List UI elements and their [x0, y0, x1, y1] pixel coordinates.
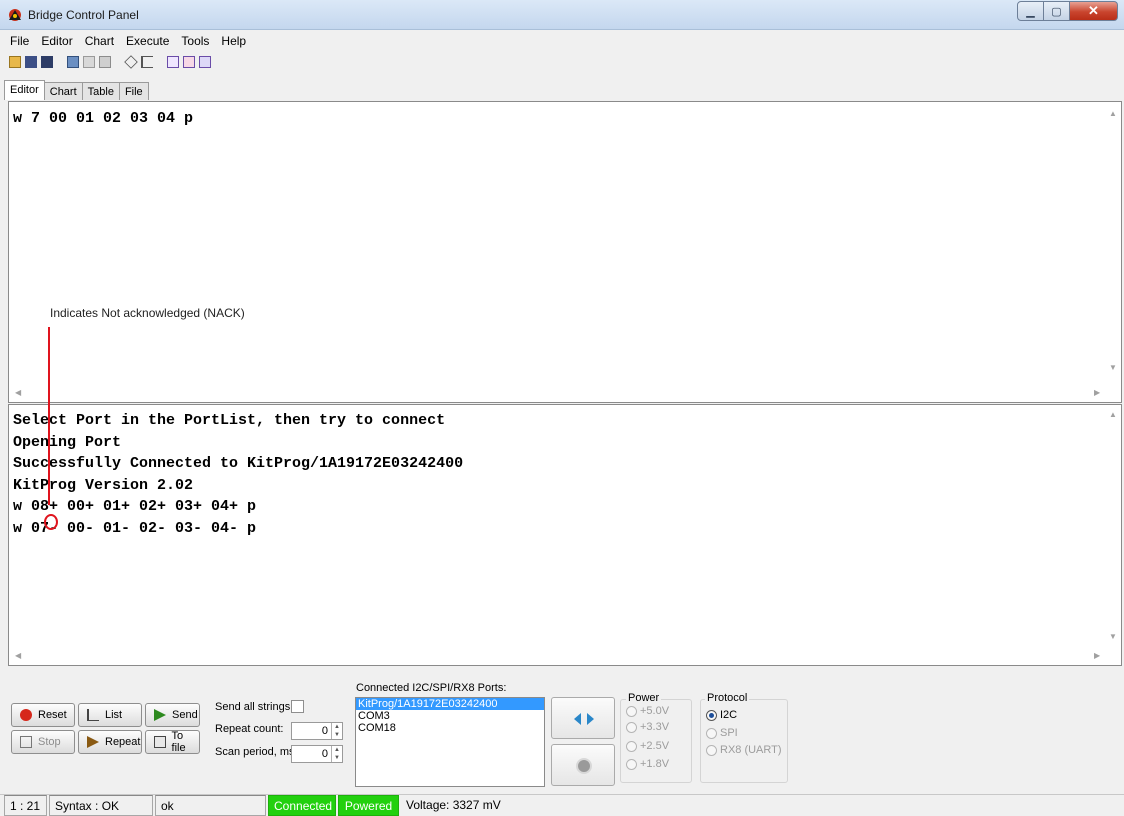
- tab-strip: Editor Chart Table File: [4, 80, 149, 100]
- stepper-arrows-icon[interactable]: ▲ ▼: [331, 723, 342, 739]
- open-folder-icon[interactable]: [9, 56, 21, 68]
- list-icon: [87, 709, 99, 721]
- tab-chart[interactable]: Chart: [43, 82, 83, 100]
- connect-button[interactable]: [551, 697, 615, 739]
- port-item[interactable]: KitProg/1A19172E03242400: [356, 698, 544, 710]
- close-icon[interactable]: ✕: [1070, 1, 1118, 21]
- power-toggle-button[interactable]: [551, 744, 615, 786]
- to-file-button[interactable]: To file: [145, 730, 200, 754]
- stop-button[interactable]: Stop: [11, 730, 75, 754]
- menu-editor[interactable]: Editor: [41, 34, 72, 48]
- editor-horizontal-scrollbar[interactable]: ◀ ▶: [9, 385, 1121, 402]
- menu-help[interactable]: Help: [221, 34, 246, 48]
- bridge-app-icon: [9, 9, 21, 21]
- output-line: w 07- 00- 01- 02- 03- 04- p: [13, 519, 257, 537]
- send-icon: [154, 709, 166, 721]
- window-title: Bridge Control Panel: [28, 8, 139, 22]
- maximize-icon[interactable]: ▢: [1044, 1, 1070, 21]
- nack-annotation-label: Indicates Not acknowledged (NACK): [50, 306, 245, 320]
- nack-annotation-circle: [44, 514, 58, 530]
- scan-period-stepper[interactable]: 0 ▲ ▼: [291, 745, 343, 763]
- output-line: Opening Port: [13, 433, 122, 451]
- output-line: Successfully Connected to KitProg/1A1917…: [13, 455, 464, 472]
- control-panel: Reset List Send Stop Repeat To file Send…: [0, 668, 1124, 794]
- power-option[interactable]: +3.3V: [626, 721, 669, 733]
- output-horizontal-scrollbar[interactable]: ◀ ▶: [9, 648, 1121, 665]
- protocol-option-rx8[interactable]: RX8 (UART): [706, 744, 782, 756]
- to-file-icon: [154, 736, 166, 748]
- menu-execute[interactable]: Execute: [126, 34, 169, 48]
- menu-bar: File Editor Chart Execute Tools Help: [0, 30, 1124, 52]
- repeat-icon: [87, 736, 99, 748]
- protocol-option-i2c[interactable]: I2C: [706, 709, 737, 721]
- command-editor[interactable]: w 7 00 01 02 03 04 p ▲ ▼ ◀ ▶: [8, 101, 1122, 403]
- syntax-status: Syntax : OK: [49, 795, 153, 816]
- connect-icon: [574, 713, 594, 725]
- export-icon[interactable]: [67, 56, 79, 68]
- protocol-title: Protocol: [705, 692, 750, 704]
- output-line: KitProg Version 2.02: [13, 476, 194, 494]
- connected-badge: Connected: [268, 795, 336, 816]
- menu-file[interactable]: File: [10, 34, 29, 48]
- output-log[interactable]: Select Port in the PortList, then try to…: [8, 404, 1122, 666]
- save-icon[interactable]: [25, 56, 37, 68]
- scan-period-label: Scan period, ms:: [215, 746, 298, 758]
- status-bar: 1 : 21 Syntax : OK ok Connected Powered …: [0, 794, 1124, 816]
- paste-icon[interactable]: [99, 56, 111, 68]
- ports-list[interactable]: KitProg/1A19172E03242400 COM3 COM18: [355, 697, 545, 787]
- tab-editor[interactable]: Editor: [4, 80, 45, 100]
- menu-chart[interactable]: Chart: [85, 34, 114, 48]
- ports-title: Connected I2C/SPI/RX8 Ports:: [356, 682, 507, 694]
- message-status: ok: [155, 795, 266, 816]
- list-button[interactable]: List: [78, 703, 142, 727]
- stepper-arrows-icon[interactable]: ▲ ▼: [331, 746, 342, 762]
- editor-vertical-scrollbar[interactable]: ▲ ▼: [1104, 102, 1121, 385]
- menu-tools[interactable]: Tools: [181, 34, 209, 48]
- send-all-strings-label: Send all strings:: [215, 701, 294, 713]
- voltage-readout: Voltage: 3327 mV: [406, 798, 501, 812]
- save-as-icon[interactable]: [41, 56, 53, 68]
- output-vertical-scrollbar[interactable]: ▲ ▼: [1104, 405, 1121, 648]
- power-option[interactable]: +2.5V: [626, 740, 669, 752]
- editor-text[interactable]: w 7 00 01 02 03 04 p: [13, 110, 193, 127]
- title-bar: Bridge Control Panel ▁ ▢ ✕: [0, 0, 1124, 30]
- stop-icon: [20, 736, 32, 748]
- repeat-count-stepper[interactable]: 0 ▲ ▼: [291, 722, 343, 740]
- chart-icon[interactable]: [167, 56, 179, 68]
- minimize-icon[interactable]: ▁: [1017, 1, 1044, 21]
- repeat-count-label: Repeat count:: [215, 723, 284, 735]
- output-line: Select Port in the PortList, then try to…: [13, 412, 446, 429]
- port-item[interactable]: COM18: [356, 722, 544, 734]
- toolbar: [0, 52, 1124, 72]
- send-all-strings-checkbox[interactable]: [291, 700, 304, 713]
- tab-file[interactable]: File: [118, 82, 149, 100]
- port-item[interactable]: COM3: [356, 710, 544, 722]
- power-option[interactable]: +5.0V: [626, 705, 669, 717]
- protocol-option-spi[interactable]: SPI: [706, 727, 738, 739]
- tab-table[interactable]: Table: [81, 82, 120, 100]
- list-view-icon[interactable]: [141, 56, 153, 68]
- reset-icon: [20, 709, 32, 721]
- output-line: w 08+ 00+ 01+ 02+ 03+ 04+ p: [13, 498, 257, 515]
- reset-button[interactable]: Reset: [11, 703, 75, 727]
- chart-table-icon[interactable]: [183, 56, 195, 68]
- powered-badge: Powered: [338, 795, 399, 816]
- cursor-position: 1 : 21: [4, 795, 47, 816]
- copy-icon[interactable]: [83, 56, 95, 68]
- send-button[interactable]: Send: [145, 703, 200, 727]
- repeat-button[interactable]: Repeat: [78, 730, 142, 754]
- power-title: Power: [626, 692, 662, 704]
- power-icon: [576, 758, 592, 774]
- power-option[interactable]: +1.8V: [626, 758, 669, 770]
- chart-file-icon[interactable]: [199, 56, 211, 68]
- clear-icon[interactable]: [124, 55, 138, 69]
- nack-annotation-line: [48, 327, 50, 505]
